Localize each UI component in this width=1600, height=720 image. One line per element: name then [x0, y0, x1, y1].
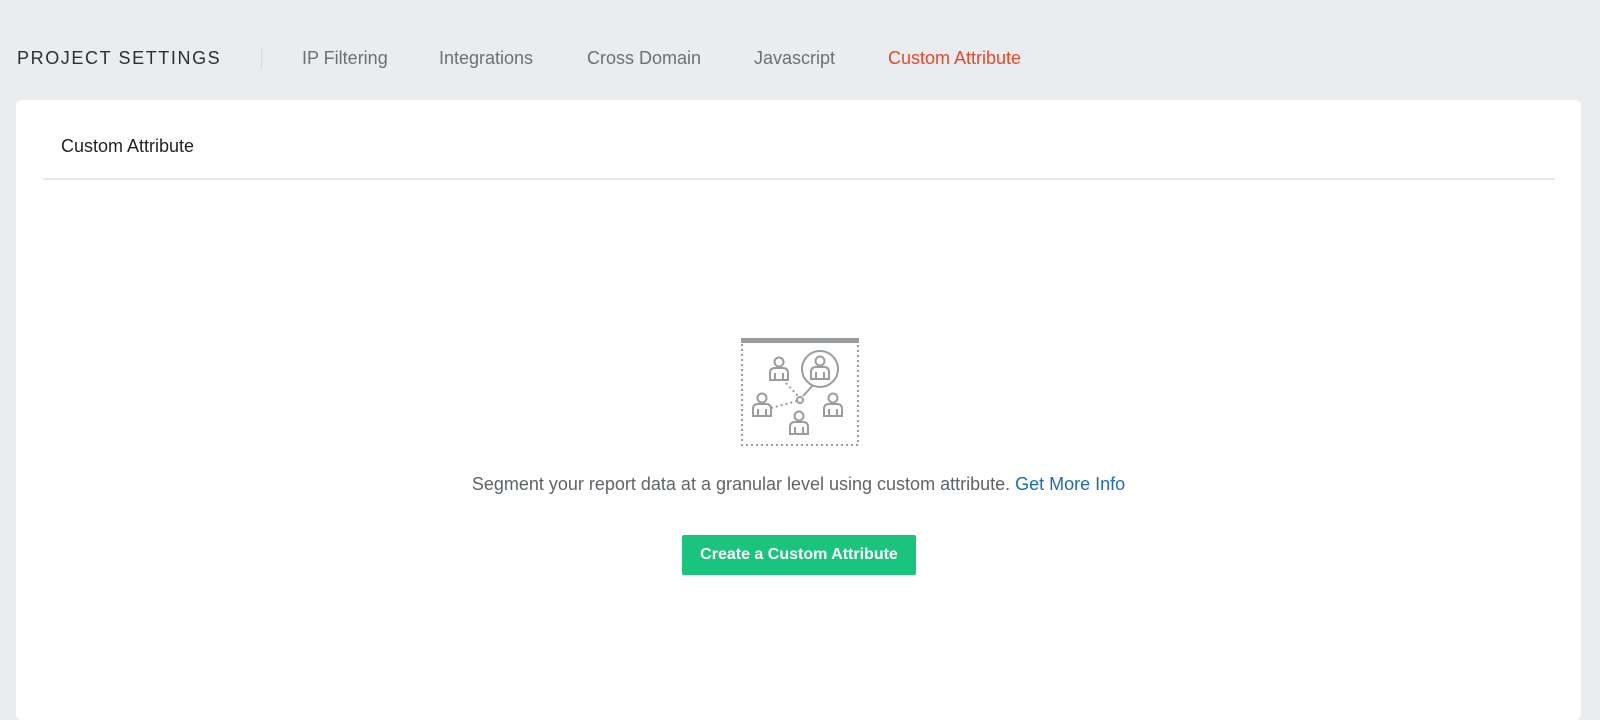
section-title: PROJECT SETTINGS [17, 48, 222, 68]
tab-ip-filtering[interactable]: IP Filtering [302, 48, 388, 69]
tab-custom-attribute[interactable]: Custom Attribute [888, 48, 1021, 69]
header-divider [261, 48, 262, 70]
custom-attribute-card: Custom Attribute Segment your report dat… [16, 100, 1581, 720]
card-title: Custom Attribute [61, 136, 195, 156]
empty-state-text: Segment your report data at a granular l… [471, 474, 1011, 494]
settings-header: PROJECT SETTINGS IP Filtering Integratio… [0, 0, 1600, 100]
tab-integrations[interactable]: Integrations [439, 48, 533, 69]
card-divider [43, 178, 1555, 180]
people-network-icon [741, 338, 859, 446]
tab-cross-domain[interactable]: Cross Domain [587, 48, 701, 69]
create-custom-attribute-button[interactable]: Create a Custom Attribute [682, 535, 916, 575]
empty-state-message: Segment your report data at a granular l… [16, 474, 1581, 495]
tab-javascript[interactable]: Javascript [754, 48, 835, 69]
get-more-info-link[interactable]: Get More Info [1015, 474, 1125, 494]
